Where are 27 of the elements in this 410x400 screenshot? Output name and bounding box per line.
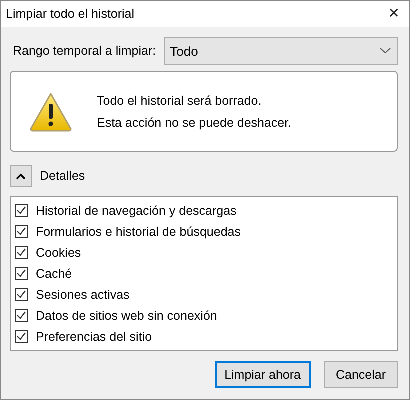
chevron-down-icon — [380, 48, 391, 54]
warning-text: Esta acción no se puede deshacer. — [97, 116, 292, 130]
checkbox-label: Caché — [36, 266, 72, 280]
dialog-button[interactable]: Limpiar ahora — [214, 361, 311, 388]
checkbox[interactable] — [15, 330, 28, 343]
details-label: Detalles — [40, 169, 86, 183]
checkbox[interactable] — [15, 225, 28, 238]
close-button[interactable]: ✕ — [379, 1, 409, 27]
caret-up-icon — [16, 172, 26, 180]
checkbox[interactable] — [15, 309, 28, 322]
checkbox-label: Historial de navegación y descargas — [36, 204, 237, 218]
time-range-label: Rango temporal a limpiar: — [12, 44, 156, 58]
dialog-button[interactable]: Cancelar — [324, 361, 398, 388]
checkbox[interactable] — [15, 267, 28, 280]
window-title: Limpiar todo el historial — [6, 7, 135, 21]
checkbox-label: Datos de sitios web sin conexión — [36, 308, 218, 322]
checkbox[interactable] — [15, 204, 28, 217]
checkbox-label: Sesiones activas — [36, 288, 130, 302]
checkbox[interactable] — [15, 288, 28, 301]
checkbox-label: Preferencias del sitio — [36, 330, 152, 344]
checkbox-label: Formularios e historial de búsquedas — [36, 224, 241, 238]
warning-text: Todo el historial será borrado. — [97, 94, 263, 108]
details-toggle-button[interactable] — [10, 165, 32, 187]
time-range-dropdown[interactable]: Todo — [164, 37, 398, 65]
checkbox[interactable] — [15, 246, 28, 259]
checkbox-label: Cookies — [36, 246, 82, 260]
warning-icon — [29, 92, 73, 132]
